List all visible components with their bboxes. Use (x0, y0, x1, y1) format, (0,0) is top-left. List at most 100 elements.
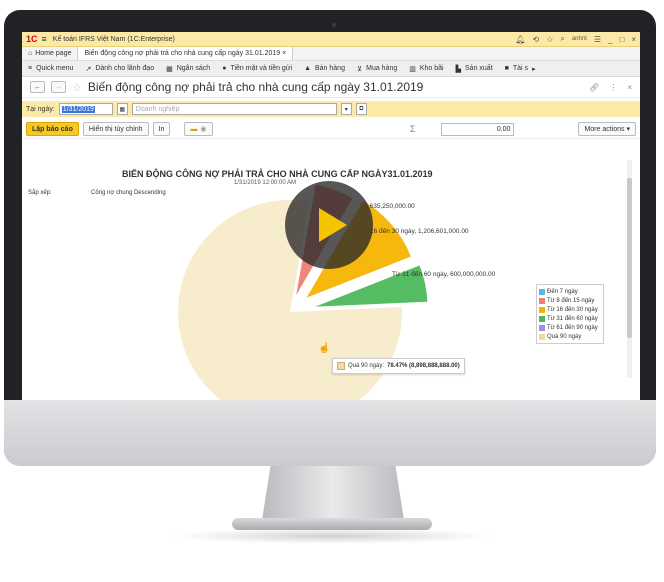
favorite-star-icon[interactable]: ☆ (72, 81, 82, 94)
legend-item: Từ 16 đến 30 ngày (539, 305, 601, 314)
minimize-icon[interactable]: _ (608, 35, 612, 44)
menu-management[interactable]: ↗ Dành cho lãnh đạo (85, 65, 154, 73)
date-field[interactable]: 1/31/2019 (58, 103, 113, 115)
dropdown-chevron-icon[interactable]: ▾ (340, 103, 352, 115)
sum-icon: Σ (409, 124, 416, 134)
user-name[interactable]: anhnt (572, 36, 587, 42)
print-button[interactable]: In (152, 122, 171, 136)
tooltip-label: Quá 90 ngày: (348, 363, 385, 369)
date-label: Tại ngày: (26, 105, 55, 113)
report-scrollbar[interactable] (627, 160, 632, 378)
menu-sales-label: Bán hàng (315, 65, 345, 72)
tab-home-label: Home page (35, 50, 72, 57)
title-bar-controls: 🔔︎ ⟲ ☆ ⌕ anhnt ☰ _ □ × (515, 34, 636, 44)
command-bar: Lập báo cáo Hiển thị tùy chỉnh In ▬ ◉ Σ 0… (22, 120, 640, 139)
play-icon (319, 208, 347, 242)
camera-dot (332, 23, 336, 27)
tab-report-label: Biến động công nợ phải trả cho nhà cung … (84, 50, 287, 57)
more-actions-label: More actions (584, 125, 625, 133)
folder-icon: ▬ (190, 125, 198, 133)
menu-warehouse[interactable]: ▥ Kho bãi (409, 65, 443, 73)
factory-icon: ▙ (455, 65, 462, 73)
menu-warehouse-label: Kho bãi (419, 65, 444, 72)
legend-swatch (539, 324, 545, 331)
sections-menu: ≡ Quick menu ↗ Dành cho lãnh đạo ▦ Ngân sác… (22, 61, 640, 77)
coin-icon: ● (222, 65, 227, 72)
monitor-shadow (170, 528, 494, 544)
custom-view-button[interactable]: Hiển thị tùy chỉnh (82, 122, 149, 136)
monitor-stand (262, 466, 404, 520)
close-icon[interactable]: × (631, 35, 636, 44)
legend-label: Từ 31 đến 60 ngày (547, 315, 598, 322)
legend-label: Từ 61 đến 90 ngày (547, 324, 598, 331)
settings-icon[interactable]: ☰ (594, 35, 601, 44)
sum-field[interactable]: 0.00 (441, 122, 515, 136)
filter-bar: Tại ngày: 1/31/2019 ▦ Doanh nghiệp ▾ ⧉ (22, 101, 640, 117)
menu-production[interactable]: ▙ Sản xuất (456, 65, 493, 73)
tab-home[interactable]: ⌂ Home page (22, 47, 77, 60)
menu-cash-label: Tiền mặt và tiền gửi (230, 65, 293, 72)
toolbar-icons[interactable]: ▬ ◉ (184, 122, 213, 136)
organization-field[interactable]: Doanh nghiệp (131, 103, 337, 115)
scrollbar-thumb[interactable] (627, 178, 632, 338)
report-title: BIẾN ĐỘNG CÔNG NỢ PHẢI TRẢ CHO NHÀ CUNG … (122, 169, 433, 179)
monitor-chin (4, 400, 656, 466)
forward-button[interactable]: → (51, 81, 66, 93)
legend-item: Từ 8 đến 15 ngày (539, 296, 601, 305)
legend-item: Từ 31 đến 60 ngày (539, 314, 601, 323)
home-icon: ⌂ (28, 50, 33, 57)
menu-quick[interactable]: ≡ Quick menu (28, 65, 73, 72)
bell-icon[interactable]: 🔔︎ (515, 35, 525, 44)
chevron-right-icon: ▸ (532, 65, 536, 73)
menu-cash[interactable]: ● Tiền mặt và tiền gửi (222, 65, 292, 72)
generate-report-button[interactable]: Lập báo cáo (26, 122, 79, 136)
budget-icon: ▦ (166, 65, 173, 73)
menu-purchase[interactable]: ⊻ Mua hàng (357, 65, 397, 73)
legend-item: Quá 90 ngày (539, 332, 601, 341)
title-bar: 1C ≡ Kế toán IFRS Việt Nam (1C:Enterpris… (22, 32, 640, 47)
monitor-base (232, 518, 432, 530)
chart-tooltip: Quá 90 ngày: 78.47% (8,898,888,888.00) (332, 358, 465, 374)
settings-round-icon: ◉ (200, 126, 207, 133)
menu-production-label: Sản xuất (465, 65, 493, 72)
form-header-actions: 🔗︎ ⋮ × (589, 83, 640, 92)
menu-icon: ≡ (28, 65, 33, 72)
menu-assets-label: Tài s (512, 65, 529, 72)
back-button[interactable]: ← (30, 81, 45, 93)
link-icon[interactable]: 🔗︎ (589, 83, 599, 92)
hamburger-icon[interactable]: ≡ (42, 34, 47, 44)
tab-report[interactable]: Biến động công nợ phải trả cho nhà cung … (77, 47, 294, 60)
legend-label: Quá 90 ngày (547, 333, 582, 340)
more-vertical-icon[interactable]: ⋮ (609, 83, 617, 92)
tooltip-swatch (337, 362, 345, 370)
tooltip-value: 78.47% (8,898,888,888.00) (387, 363, 460, 369)
menu-budget[interactable]: ▦ Ngân sách (166, 65, 210, 73)
warehouse-icon: ▥ (409, 65, 416, 73)
legend-item: Từ 61 đến 90 ngày (539, 323, 601, 332)
tabs-bar: ⌂ Home page Biến động công nợ phải trả c… (22, 47, 640, 61)
favorite-star-icon[interactable]: ☆ (546, 35, 553, 44)
hand-cursor-icon: ☝ (318, 343, 331, 354)
page-title: Biến động công nợ phải trả cho nhà cung … (87, 80, 424, 94)
calendar-icon[interactable]: ▦ (116, 103, 128, 115)
legend-label: Từ 8 đến 15 ngày (547, 297, 595, 304)
menu-sales[interactable]: ▲ Bán hàng (304, 65, 345, 72)
play-button[interactable] (285, 181, 373, 269)
sort-value: Công nợ chung Descending (91, 190, 166, 196)
legend-swatch (539, 297, 545, 304)
legend-label: Đến 7 ngày (547, 288, 578, 295)
trend-icon: ↗ (85, 65, 92, 73)
chart-legend: Đến 7 ngày Từ 8 đến 15 ngày Từ 16 đến 30 n… (536, 284, 604, 344)
close-form-icon[interactable]: × (627, 83, 632, 92)
maximize-icon[interactable]: □ (619, 35, 624, 44)
search-icon[interactable]: ⌕ (560, 34, 564, 44)
menu-assets[interactable]: ■ Tài s ▸ (505, 65, 536, 73)
history-icon[interactable]: ⟲ (532, 35, 539, 44)
form-header: ← → ☆ Biến động công nợ phải trả cho nhà… (22, 77, 640, 98)
legend-swatch (539, 306, 545, 313)
truck-icon: ■ (504, 65, 509, 72)
more-actions-button[interactable]: More actions ▾ (578, 122, 636, 136)
app-logo: 1C (26, 34, 38, 44)
open-link-icon[interactable]: ⧉ (355, 103, 367, 115)
legend-label: Từ 16 đến 30 ngày (547, 306, 598, 313)
